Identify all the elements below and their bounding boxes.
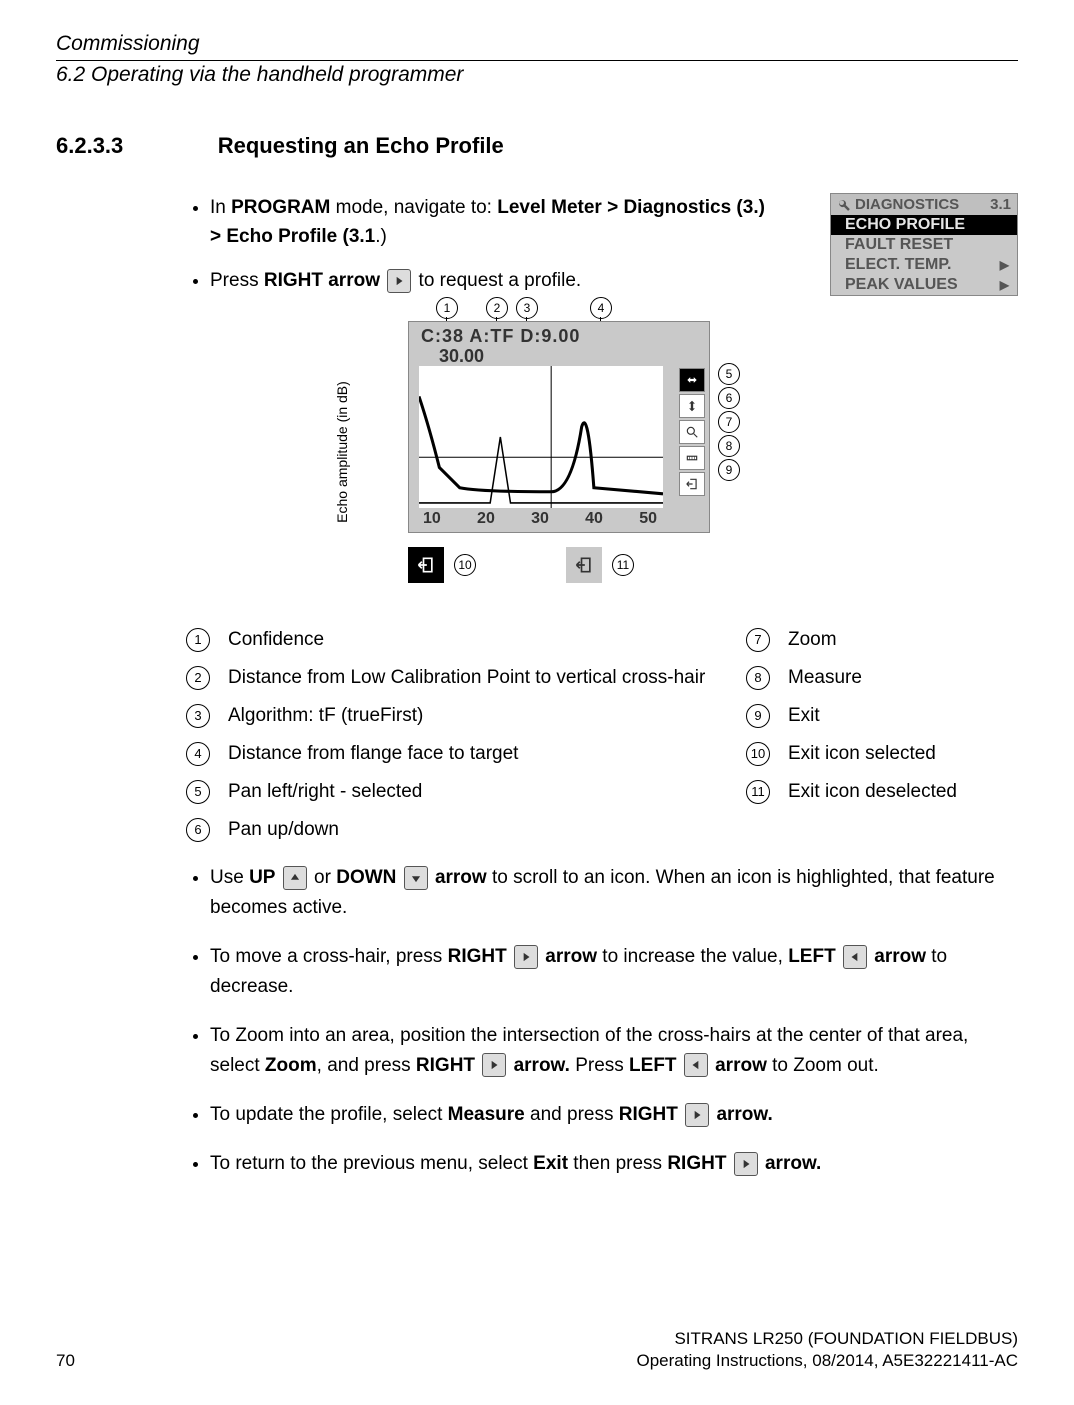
right-arrow-icon bbox=[482, 1053, 506, 1077]
heading-number: 6.2.3.3 bbox=[56, 133, 123, 159]
instr-3: To Zoom into an area, position the inter… bbox=[210, 1021, 1018, 1080]
left-arrow-icon bbox=[843, 945, 867, 969]
callout-9: 9 bbox=[718, 459, 740, 481]
exit-side-icon bbox=[679, 472, 705, 496]
pan-ud-icon bbox=[679, 394, 705, 418]
intro-bullet-1: In PROGRAM mode, navigate to: Level Mete… bbox=[210, 193, 770, 252]
footer-doc: Operating Instructions, 08/2014, A5E3222… bbox=[637, 1351, 1019, 1371]
heading-title: Requesting an Echo Profile bbox=[218, 133, 504, 159]
echo-plot bbox=[419, 366, 663, 508]
callout-11: 11 bbox=[612, 554, 634, 576]
diagnostics-title: DIAGNOSTICS bbox=[855, 196, 959, 213]
echo-screen: C:38 A:TF D:9.00 30.00 1020304050 bbox=[408, 321, 710, 533]
diag-item-fault-reset: FAULT RESET bbox=[831, 235, 1017, 255]
legend: 1Confidence 7Zoom 2Distance from Low Cal… bbox=[186, 621, 1018, 849]
exit-icon-deselected bbox=[566, 547, 602, 583]
side-icon-stack bbox=[679, 368, 705, 496]
header-chapter: Commissioning bbox=[56, 32, 1018, 56]
left-arrow-icon bbox=[684, 1053, 708, 1077]
callout-6: 6 bbox=[718, 387, 740, 409]
submenu-icon: ▶ bbox=[1000, 278, 1009, 292]
callout-5: 5 bbox=[718, 363, 740, 385]
instruction-list: Use UP or DOWN arrow to scroll to an ico… bbox=[186, 863, 1018, 1179]
intro-list: In PROGRAM mode, navigate to: Level Mete… bbox=[186, 193, 770, 295]
right-arrow-icon bbox=[514, 945, 538, 969]
legend-row: 3Algorithm: tF (trueFirst) 9Exit bbox=[186, 697, 1018, 735]
instr-4: To update the profile, select Measure an… bbox=[210, 1100, 1018, 1129]
right-arrow-icon bbox=[734, 1152, 758, 1176]
callout-2: 2 bbox=[486, 297, 508, 319]
echo-readout-line2: 30.00 bbox=[439, 346, 484, 367]
legend-row: 2Distance from Low Calibration Point to … bbox=[186, 659, 1018, 697]
callout-7: 7 bbox=[718, 411, 740, 433]
callout-4: 4 bbox=[590, 297, 612, 319]
bottom-icons: 10 11 bbox=[408, 547, 754, 583]
intro-bullet-2: Press RIGHT arrow to request a profile. bbox=[210, 266, 770, 295]
pan-lr-icon bbox=[679, 368, 705, 392]
x-ticks: 1020304050 bbox=[417, 510, 663, 528]
instr-5: To return to the previous menu, select E… bbox=[210, 1149, 1018, 1178]
echo-profile-figure: 1 2 3 4 5 6 7 8 9 Echo amplitude (in dB)… bbox=[374, 321, 754, 583]
footer-page: 70 bbox=[56, 1351, 75, 1371]
zoom-icon bbox=[679, 420, 705, 444]
down-arrow-icon bbox=[404, 866, 428, 890]
echo-readout-line1: C:38 A:TF D:9.00 bbox=[421, 326, 580, 347]
right-arrow-icon bbox=[387, 269, 411, 293]
callout-1: 1 bbox=[436, 297, 458, 319]
legend-row: 6Pan up/down bbox=[186, 811, 1018, 849]
y-axis: Echo amplitude (in dB) bbox=[344, 321, 372, 583]
content: DIAGNOSTICS 3.1 ECHO PROFILE FAULT RESET… bbox=[186, 193, 1018, 1179]
page: Commissioning 6.2 Operating via the hand… bbox=[0, 0, 1074, 1405]
diagnostics-screen: DIAGNOSTICS 3.1 ECHO PROFILE FAULT RESET… bbox=[830, 193, 1018, 296]
measure-icon bbox=[679, 446, 705, 470]
footer: SITRANS LR250 (FOUNDATION FIELDBUS) 70 O… bbox=[56, 1329, 1018, 1371]
callout-8: 8 bbox=[718, 435, 740, 457]
exit-icon-selected bbox=[408, 547, 444, 583]
legend-row: 1Confidence 7Zoom bbox=[186, 621, 1018, 659]
y-axis-label: Echo amplitude (in dB) bbox=[334, 381, 350, 523]
up-arrow-icon bbox=[283, 866, 307, 890]
legend-row: 5Pan left/right - selected 11Exit icon d… bbox=[186, 773, 1018, 811]
diag-item-peak-values: PEAK VALUES▶ bbox=[831, 275, 1017, 295]
callout-10: 10 bbox=[454, 554, 476, 576]
diagnostics-code: 3.1 bbox=[990, 196, 1011, 213]
footer-product: SITRANS LR250 (FOUNDATION FIELDBUS) bbox=[56, 1329, 1018, 1349]
header-rule bbox=[56, 60, 1018, 61]
submenu-icon: ▶ bbox=[1000, 258, 1009, 272]
instr-2: To move a cross-hair, press RIGHT arrow … bbox=[210, 942, 1018, 1001]
callout-3: 3 bbox=[516, 297, 538, 319]
diagnostics-header: DIAGNOSTICS 3.1 bbox=[831, 194, 1017, 215]
diag-item-echo-profile: ECHO PROFILE bbox=[831, 215, 1017, 235]
header-section: 6.2 Operating via the handheld programme… bbox=[56, 63, 1018, 87]
wrench-icon bbox=[837, 198, 851, 212]
diag-item-elect-temp: ELECT. TEMP.▶ bbox=[831, 255, 1017, 275]
instr-1: Use UP or DOWN arrow to scroll to an ico… bbox=[210, 863, 1018, 922]
right-arrow-icon bbox=[685, 1103, 709, 1127]
legend-row: 4Distance from flange face to target 10E… bbox=[186, 735, 1018, 773]
